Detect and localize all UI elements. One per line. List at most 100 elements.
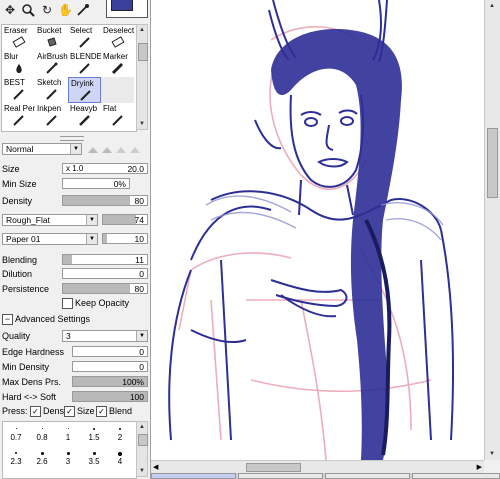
brush-select[interactable]: Select — [68, 25, 101, 51]
brush-eraser[interactable]: Eraser — [2, 25, 35, 51]
scroll-up-icon[interactable]: ▲ — [138, 423, 146, 431]
scroll-thumb[interactable] — [138, 43, 148, 61]
min-size-slider[interactable]: 0% — [62, 178, 130, 189]
brush-label: Bucket — [37, 26, 62, 35]
dilution-label: Dilution — [2, 269, 33, 279]
min-density-slider[interactable]: 0 — [72, 361, 148, 372]
scroll-down-icon[interactable]: ▼ — [488, 450, 496, 458]
scroll-right-icon[interactable]: ▶ — [477, 463, 482, 471]
size-preset-label: 2.3 — [10, 457, 22, 466]
max-dens-prs-slider[interactable]: 100% — [72, 376, 148, 387]
texture-select-2[interactable]: Paper 01 ▼ — [2, 233, 98, 245]
document-tab[interactable] — [238, 473, 323, 479]
press-dens-checkbox[interactable]: ✓ Dens — [30, 406, 64, 418]
collapse-minus-icon[interactable]: − — [2, 314, 13, 325]
brush-dryink-selected[interactable]: Dryink — [68, 77, 101, 103]
eraser-icon — [12, 36, 26, 48]
brush-inkpen[interactable]: Inkpen — [35, 103, 68, 129]
texture-select-1[interactable]: Rough_Flat ▼ — [2, 214, 98, 226]
size-preset[interactable]: 2 — [107, 428, 133, 442]
advanced-settings-header[interactable]: − Advanced Settings — [0, 312, 150, 326]
size-preset[interactable]: 2.3 — [3, 452, 29, 466]
brush-best[interactable]: BEST — [2, 77, 35, 103]
press-label: Press: — [2, 406, 28, 416]
scroll-thumb[interactable] — [246, 463, 301, 472]
density-label: Density — [2, 196, 33, 206]
size-preset[interactable]: 1.5 — [81, 428, 107, 442]
chevron-down-icon: ▼ — [86, 234, 97, 244]
canvas-horizontal-scrollbar[interactable]: ◀ ▶ — [151, 460, 484, 474]
drawing-canvas[interactable] — [151, 0, 484, 460]
size-preset[interactable]: 1 — [55, 428, 81, 442]
size-preset[interactable]: 3.5 — [81, 452, 107, 466]
size-preset-label: 1.5 — [88, 433, 100, 442]
size-preset[interactable]: 4 — [107, 452, 133, 466]
document-tabs — [151, 473, 500, 479]
canvas-vertical-scrollbar[interactable]: ▲ ▼ — [484, 0, 500, 460]
brush-sketch[interactable]: Sketch — [35, 77, 68, 103]
deselect-eraser-icon — [111, 36, 125, 48]
brush-flat[interactable]: Flat — [101, 103, 134, 129]
scroll-left-icon[interactable]: ◀ — [153, 463, 158, 471]
hard-soft-slider[interactable]: 100 — [72, 391, 148, 402]
scroll-up-icon[interactable]: ▲ — [138, 26, 146, 34]
press-blend-checkbox[interactable]: ✓ Blend — [96, 406, 132, 418]
brush-grid-scrollbar[interactable]: ▲ ▼ — [136, 24, 148, 130]
rotate-icon[interactable]: ↻ — [40, 3, 54, 17]
edge-hardness-slider[interactable]: 0 — [72, 346, 148, 357]
size-preset[interactable]: 2.6 — [29, 452, 55, 466]
brush-shape-icons[interactable] — [86, 144, 146, 154]
document-tab[interactable] — [412, 473, 500, 479]
current-color-swatch[interactable] — [106, 0, 148, 18]
brush-empty-slot[interactable] — [101, 77, 134, 103]
eyedropper-icon[interactable] — [76, 3, 90, 17]
brush-heavyb[interactable]: Heavyb — [68, 103, 101, 129]
brush-blur[interactable]: Blur — [2, 51, 35, 77]
keep-opacity-checkbox[interactable]: Keep Opacity — [62, 298, 129, 310]
min-size-label: Min Size — [2, 179, 37, 189]
panel-divider-grip[interactable] — [60, 136, 84, 141]
document-tab[interactable] — [325, 473, 410, 479]
size-preset[interactable]: 0.7 — [3, 428, 29, 442]
brush-deselect[interactable]: Deselect — [101, 25, 134, 51]
blending-slider[interactable]: 11 — [62, 254, 148, 265]
size-preset-label: 2 — [117, 433, 123, 442]
brush-marker[interactable]: Marker — [101, 51, 134, 77]
size-presets-scrollbar[interactable]: ▲ ▼ — [136, 421, 148, 477]
size-row: Size x 1.0 20.0 — [0, 162, 150, 176]
brush-bucket[interactable]: Bucket — [35, 25, 68, 51]
dilution-slider[interactable]: 0 — [62, 268, 148, 279]
size-preset[interactable]: 0.8 — [29, 428, 55, 442]
brush-blende[interactable]: BLENDE — [68, 51, 101, 77]
zoom-icon[interactable] — [21, 3, 35, 17]
texture-strength-1[interactable]: 74 — [102, 214, 148, 225]
texture-fill-2 — [103, 234, 108, 243]
scroll-down-icon[interactable]: ▼ — [138, 467, 146, 475]
size-preset[interactable]: 3 — [55, 452, 81, 466]
marker-icon — [111, 62, 124, 74]
move-icon[interactable]: ✥ — [3, 3, 17, 17]
inkpen-icon — [46, 115, 57, 126]
blend-mode-value: Normal — [6, 144, 34, 154]
scroll-down-icon[interactable]: ▼ — [138, 120, 146, 128]
size-field[interactable]: x 1.0 20.0 — [62, 163, 148, 174]
size-preset-label: 2.6 — [36, 457, 48, 466]
size-preset-label: 1 — [65, 433, 71, 442]
texture-strength-2[interactable]: 10 — [102, 233, 148, 244]
quality-select[interactable]: 3 ▼ — [62, 330, 148, 342]
hand-icon[interactable]: ✋ — [58, 3, 73, 17]
scroll-thumb[interactable] — [138, 434, 148, 446]
brush-label: Flat — [103, 104, 117, 113]
persistence-row: Persistence 80 — [0, 282, 150, 296]
document-tab-active[interactable] — [151, 473, 236, 479]
density-slider[interactable]: 80 — [62, 195, 148, 206]
scroll-up-icon[interactable]: ▲ — [488, 2, 496, 10]
press-size-checkbox[interactable]: ✓ Size — [64, 406, 95, 418]
size-label: Size — [2, 164, 20, 174]
blend-mode-select[interactable]: Normal ▼ — [2, 143, 82, 155]
persistence-slider[interactable]: 80 — [62, 283, 148, 294]
scroll-thumb[interactable] — [487, 128, 498, 198]
brush-real-pen[interactable]: Real Per — [2, 103, 35, 129]
tool-panel: ✥ ↻ ✋ Eraser Bucket Select Deselect Blur… — [0, 0, 151, 479]
brush-airbrush[interactable]: AirBrush — [35, 51, 68, 77]
